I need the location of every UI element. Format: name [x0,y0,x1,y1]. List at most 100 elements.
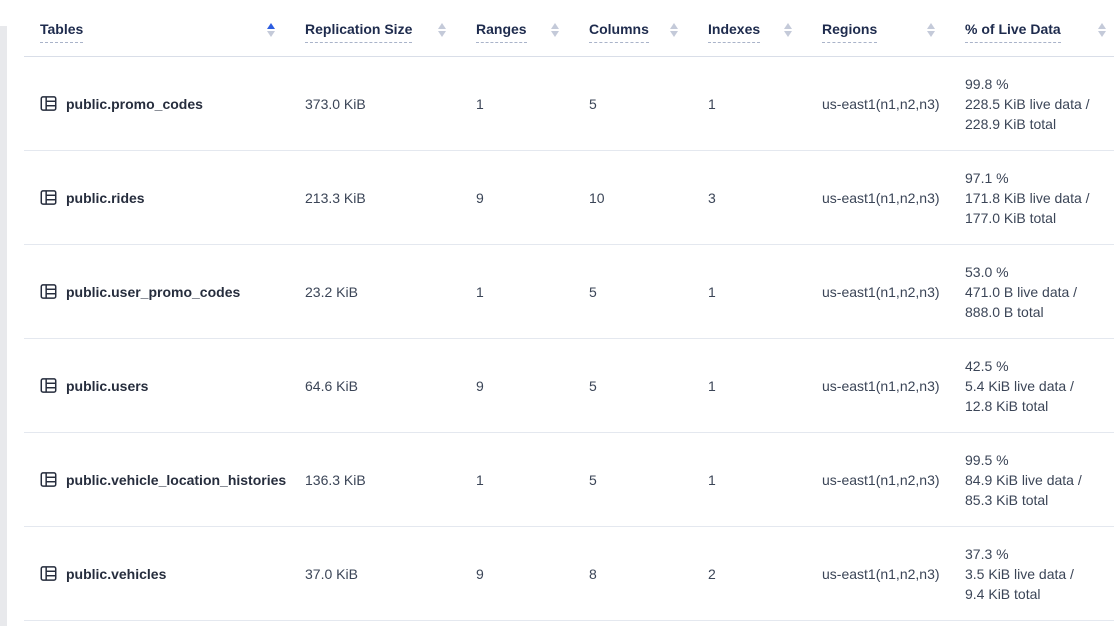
sort-arrows-icon[interactable] [551,23,559,37]
live-data-cell: 37.3 % 3.5 KiB live data / 9.4 KiB total [945,527,1114,620]
sort-up-icon [670,23,678,29]
regions-cell: us-east1(n1,n2,n3) [802,339,945,432]
ranges-cell: 1 [456,433,569,526]
database-tables-table: Tables Replication Size Ranges Columns I… [24,0,1114,621]
regions-cell: us-east1(n1,n2,n3) [802,527,945,620]
table-name-cell: public.user_promo_codes [24,245,285,338]
table-name-link[interactable]: public.vehicles [66,566,166,582]
sort-up-icon [1098,23,1106,29]
column-header-label: Tables [40,21,83,43]
sort-down-icon [670,31,678,37]
table-name-link[interactable]: public.rides [66,190,145,206]
sort-arrows-icon[interactable] [1098,23,1106,37]
sort-down-icon [267,31,275,37]
live-data-amount: 3.5 KiB live data / [965,564,1074,584]
column-header-replication-size[interactable]: Replication Size [285,0,456,56]
sort-down-icon [784,31,792,37]
column-header-ranges[interactable]: Ranges [456,0,569,56]
table-name-link[interactable]: public.promo_codes [66,96,203,112]
replication-size-cell: 23.2 KiB [285,245,456,338]
live-data-cell: 99.5 % 84.9 KiB live data / 85.3 KiB tot… [945,433,1114,526]
live-data-percent: 37.3 % [965,544,1009,564]
column-header-label: Regions [822,21,877,43]
table-icon [40,471,57,488]
live-data-amount: 84.9 KiB live data / [965,470,1082,490]
page-gutter [0,26,7,626]
table-header-row: Tables Replication Size Ranges Columns I… [24,0,1114,57]
sort-arrows-icon[interactable] [438,23,446,37]
ranges-cell: 1 [456,57,569,150]
sort-arrows-icon[interactable] [927,23,935,37]
columns-cell: 8 [569,527,688,620]
live-data-cell: 42.5 % 5.4 KiB live data / 12.8 KiB tota… [945,339,1114,432]
live-data-amount: 5.4 KiB live data / [965,376,1074,396]
table-icon [40,377,57,394]
indexes-cell: 1 [688,433,802,526]
table-row: public.vehicles 37.0 KiB 9 8 2 us-east1(… [24,527,1114,621]
live-data-percent: 97.1 % [965,168,1009,188]
table-name-cell: public.promo_codes [24,57,285,150]
table-name-link[interactable]: public.user_promo_codes [66,284,240,300]
live-data-amount: 171.8 KiB live data / [965,188,1090,208]
table-body: public.promo_codes 373.0 KiB 1 5 1 us-ea… [24,57,1114,621]
indexes-cell: 1 [688,339,802,432]
total-data-amount: 12.8 KiB total [965,396,1048,416]
columns-cell: 5 [569,339,688,432]
sort-down-icon [1098,31,1106,37]
live-data-percent: 99.5 % [965,450,1009,470]
sort-up-icon [551,23,559,29]
replication-size-cell: 64.6 KiB [285,339,456,432]
table-icon [40,95,57,112]
ranges-cell: 9 [456,527,569,620]
column-header-columns[interactable]: Columns [569,0,688,56]
live-data-cell: 99.8 % 228.5 KiB live data / 228.9 KiB t… [945,57,1114,150]
replication-size-cell: 373.0 KiB [285,57,456,150]
table-row: public.rides 213.3 KiB 9 10 3 us-east1(n… [24,151,1114,245]
columns-cell: 5 [569,433,688,526]
table-icon [40,283,57,300]
table-row: public.vehicle_location_histories 136.3 … [24,433,1114,527]
total-data-amount: 85.3 KiB total [965,490,1048,510]
column-header-label: Ranges [476,21,527,43]
sort-arrows-icon[interactable] [784,23,792,37]
column-header-label: % of Live Data [965,21,1061,43]
column-header-label: Indexes [708,21,760,43]
live-data-percent: 53.0 % [965,262,1009,282]
live-data-cell: 97.1 % 171.8 KiB live data / 177.0 KiB t… [945,151,1114,244]
live-data-percent: 42.5 % [965,356,1009,376]
table-name-cell: public.vehicles [24,527,285,620]
table-name-cell: public.users [24,339,285,432]
regions-cell: us-east1(n1,n2,n3) [802,151,945,244]
replication-size-cell: 136.3 KiB [285,433,456,526]
replication-size-cell: 213.3 KiB [285,151,456,244]
column-header-label: Replication Size [305,21,412,43]
table-name-cell: public.rides [24,151,285,244]
live-data-amount: 228.5 KiB live data / [965,94,1090,114]
column-header-regions[interactable]: Regions [802,0,945,56]
table-name-link[interactable]: public.users [66,378,148,394]
table-name-link[interactable]: public.vehicle_location_histories [66,472,286,488]
sort-arrows-icon[interactable] [670,23,678,37]
total-data-amount: 888.0 B total [965,302,1044,322]
table-row: public.users 64.6 KiB 9 5 1 us-east1(n1,… [24,339,1114,433]
sort-down-icon [438,31,446,37]
column-header-indexes[interactable]: Indexes [688,0,802,56]
table-icon [40,189,57,206]
ranges-cell: 1 [456,245,569,338]
sort-down-icon [927,31,935,37]
live-data-cell: 53.0 % 471.0 B live data / 888.0 B total [945,245,1114,338]
sort-up-icon [267,23,275,29]
table-row: public.promo_codes 373.0 KiB 1 5 1 us-ea… [24,57,1114,151]
column-header-live-data[interactable]: % of Live Data [945,0,1114,56]
replication-size-cell: 37.0 KiB [285,527,456,620]
table-name-cell: public.vehicle_location_histories [24,433,285,526]
indexes-cell: 3 [688,151,802,244]
column-header-tables[interactable]: Tables [24,0,285,56]
ranges-cell: 9 [456,339,569,432]
indexes-cell: 2 [688,527,802,620]
table-icon [40,565,57,582]
total-data-amount: 228.9 KiB total [965,114,1056,134]
sort-arrows-icon[interactable] [267,23,275,37]
indexes-cell: 1 [688,245,802,338]
indexes-cell: 1 [688,57,802,150]
